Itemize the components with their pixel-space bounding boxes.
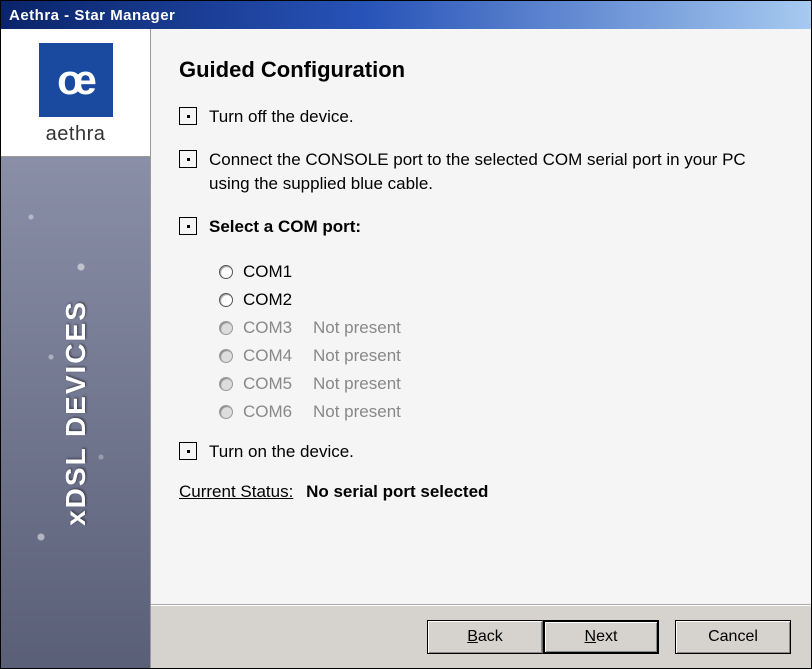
bullet-icon [179,217,197,235]
radio-label: COM5 [243,374,313,394]
step-text: Connect the CONSOLE port to the selected… [209,148,781,197]
body-area: œ aethra xDSL DEVICES Guided Configurati… [1,29,811,668]
window-title: Aethra - Star Manager [9,7,175,24]
button-bar: Back Next Cancel [151,604,811,668]
radio-com1[interactable]: COM1 [219,258,781,286]
radio-note: Not present [313,346,401,366]
radio-label: COM1 [243,262,313,282]
radio-icon [219,349,233,363]
sidebar: œ aethra xDSL DEVICES [1,29,151,668]
radio-note: Not present [313,402,401,422]
bullet-icon [179,107,197,125]
step-2: Connect the CONSOLE port to the selected… [179,148,781,197]
step-text: Turn on the device. [209,440,781,465]
label-rest: ext [596,628,617,645]
bullet-icon [179,442,197,460]
content-area: Guided Configuration Turn off the device… [151,29,811,604]
radio-icon [219,265,233,279]
titlebar[interactable]: Aethra - Star Manager [1,1,811,29]
next-button[interactable]: Next [543,620,659,654]
radio-com6: COM6 Not present [219,398,781,426]
bullet-icon [179,150,197,168]
radio-icon [219,377,233,391]
status-row: Current Status: No serial port selected [179,482,781,502]
radio-label: COM2 [243,290,313,310]
label-rest: ack [478,628,503,645]
page-title: Guided Configuration [179,57,781,83]
step-4: Turn on the device. [179,440,781,465]
step-text: Turn off the device. [209,105,781,130]
radio-com2[interactable]: COM2 [219,286,781,314]
mnemonic: N [585,628,597,645]
app-window: Aethra - Star Manager œ aethra xDSL DEVI… [0,0,812,669]
step-3-select-com: Select a COM port: [179,215,781,240]
sidebar-banner-text: xDSL DEVICES [60,300,92,526]
step-text: Select a COM port: [209,215,781,240]
logo-box: œ aethra [1,29,150,157]
back-button[interactable]: Back [427,620,543,654]
radio-icon [219,293,233,307]
sidebar-graphic: xDSL DEVICES [1,157,150,668]
nav-button-pair: Back Next [427,620,659,654]
logo-glyph: œ [57,56,94,104]
radio-icon [219,405,233,419]
com-port-radio-group: COM1 COM2 COM3 Not present [219,258,781,426]
status-value: No serial port selected [306,482,488,501]
radio-com4: COM4 Not present [219,342,781,370]
main-panel: Guided Configuration Turn off the device… [151,29,811,668]
radio-note: Not present [313,318,401,338]
logo-text: aethra [11,123,140,146]
radio-com5: COM5 Not present [219,370,781,398]
radio-label: COM3 [243,318,313,338]
radio-icon [219,321,233,335]
radio-com3: COM3 Not present [219,314,781,342]
aethra-logo-icon: œ [39,43,113,117]
mnemonic: B [467,628,478,645]
radio-note: Not present [313,374,401,394]
status-label: Current Status: [179,482,293,501]
radio-label: COM4 [243,346,313,366]
radio-label: COM6 [243,402,313,422]
step-1: Turn off the device. [179,105,781,130]
cancel-button[interactable]: Cancel [675,620,791,654]
